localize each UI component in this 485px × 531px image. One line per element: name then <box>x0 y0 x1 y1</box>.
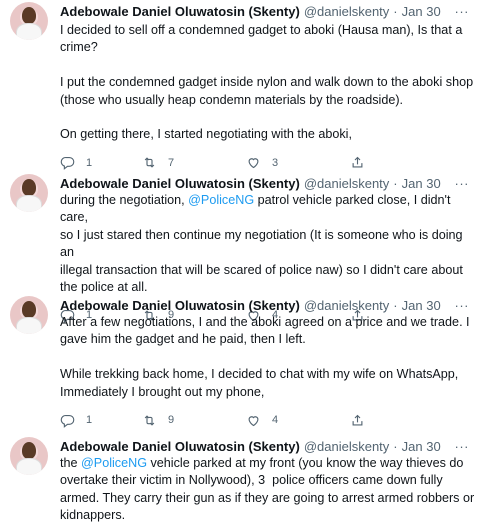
tweet-header: Adebowale Daniel Oluwatosin (Skenty) @da… <box>60 437 475 455</box>
author-handle[interactable]: @danielskenty <box>304 298 389 313</box>
tweet-header: Adebowale Daniel Oluwatosin (Skenty) @da… <box>60 2 475 20</box>
separator-dot: · <box>393 175 398 191</box>
tweet-date[interactable]: Jan 30 <box>402 4 441 19</box>
tweet[interactable]: Adebowale Daniel Oluwatosin (Skenty) @da… <box>0 0 485 171</box>
tweet-text: After a few negotiations, I and the abok… <box>60 314 475 401</box>
author-handle[interactable]: @danielskenty <box>304 4 389 19</box>
avatar[interactable] <box>10 296 48 334</box>
more-icon[interactable]: ··· <box>455 176 476 191</box>
author-handle[interactable]: @danielskenty <box>304 439 389 454</box>
separator-dot: · <box>393 438 398 454</box>
avatar[interactable] <box>10 437 48 475</box>
mention-link[interactable]: @PoliceNG <box>188 193 254 207</box>
avatar-column <box>10 174 60 284</box>
tweet-text: I decided to sell off a condemned gadget… <box>60 22 475 144</box>
more-icon[interactable]: ··· <box>455 4 476 19</box>
tweet-text-segment: I decided to sell off a condemned gadget… <box>60 23 474 142</box>
tweet-text-segment: patrol vehicle parked close, I didn't ca… <box>60 193 463 295</box>
author-handle[interactable]: @danielskenty <box>304 176 389 191</box>
tweet-content: Adebowale Daniel Oluwatosin (Skenty) @da… <box>60 2 475 171</box>
tweet-date[interactable]: Jan 30 <box>402 176 441 191</box>
avatar-column <box>10 437 60 531</box>
mention-link[interactable]: @PoliceNG <box>81 456 147 470</box>
author-name[interactable]: Adebowale Daniel Oluwatosin (Skenty) <box>60 4 300 19</box>
avatar-column <box>10 2 60 164</box>
author-name[interactable]: Adebowale Daniel Oluwatosin (Skenty) <box>60 298 300 313</box>
separator-dot: · <box>393 297 398 313</box>
tweet-text-segment: After a few negotiations, I and the abok… <box>60 315 470 399</box>
avatar[interactable] <box>10 174 48 212</box>
avatar[interactable] <box>10 2 48 40</box>
tweet[interactable]: Adebowale Daniel Oluwatosin (Skenty) @da… <box>0 425 485 531</box>
avatar-column <box>10 296 60 425</box>
tweet-date[interactable]: Jan 30 <box>402 439 441 454</box>
tweet-content: Adebowale Daniel Oluwatosin (Skenty) @da… <box>60 174 475 323</box>
tweet-date[interactable]: Jan 30 <box>402 298 441 313</box>
author-name[interactable]: Adebowale Daniel Oluwatosin (Skenty) <box>60 176 300 191</box>
tweet[interactable]: Adebowale Daniel Oluwatosin (Skenty) @da… <box>0 284 485 428</box>
more-icon[interactable]: ··· <box>455 439 476 454</box>
tweet-text: during the negotiation, @PoliceNG patrol… <box>60 192 475 296</box>
tweet[interactable]: Adebowale Daniel Oluwatosin (Skenty) @da… <box>0 164 485 323</box>
more-icon[interactable]: ··· <box>455 298 476 313</box>
tweet-content: Adebowale Daniel Oluwatosin (Skenty) @da… <box>60 296 475 428</box>
tweet-thread: Adebowale Daniel Oluwatosin (Skenty) @da… <box>0 0 485 531</box>
tweet-header: Adebowale Daniel Oluwatosin (Skenty) @da… <box>60 296 475 314</box>
tweet-text-segment: the <box>60 456 82 470</box>
tweet-header: Adebowale Daniel Oluwatosin (Skenty) @da… <box>60 174 475 192</box>
separator-dot: · <box>393 3 398 19</box>
tweet-text-segment: during the negotiation, <box>60 193 189 207</box>
tweet-content: Adebowale Daniel Oluwatosin (Skenty) @da… <box>60 437 475 531</box>
tweet-text: the @PoliceNG vehicle parked at my front… <box>60 455 475 525</box>
author-name[interactable]: Adebowale Daniel Oluwatosin (Skenty) <box>60 439 300 454</box>
